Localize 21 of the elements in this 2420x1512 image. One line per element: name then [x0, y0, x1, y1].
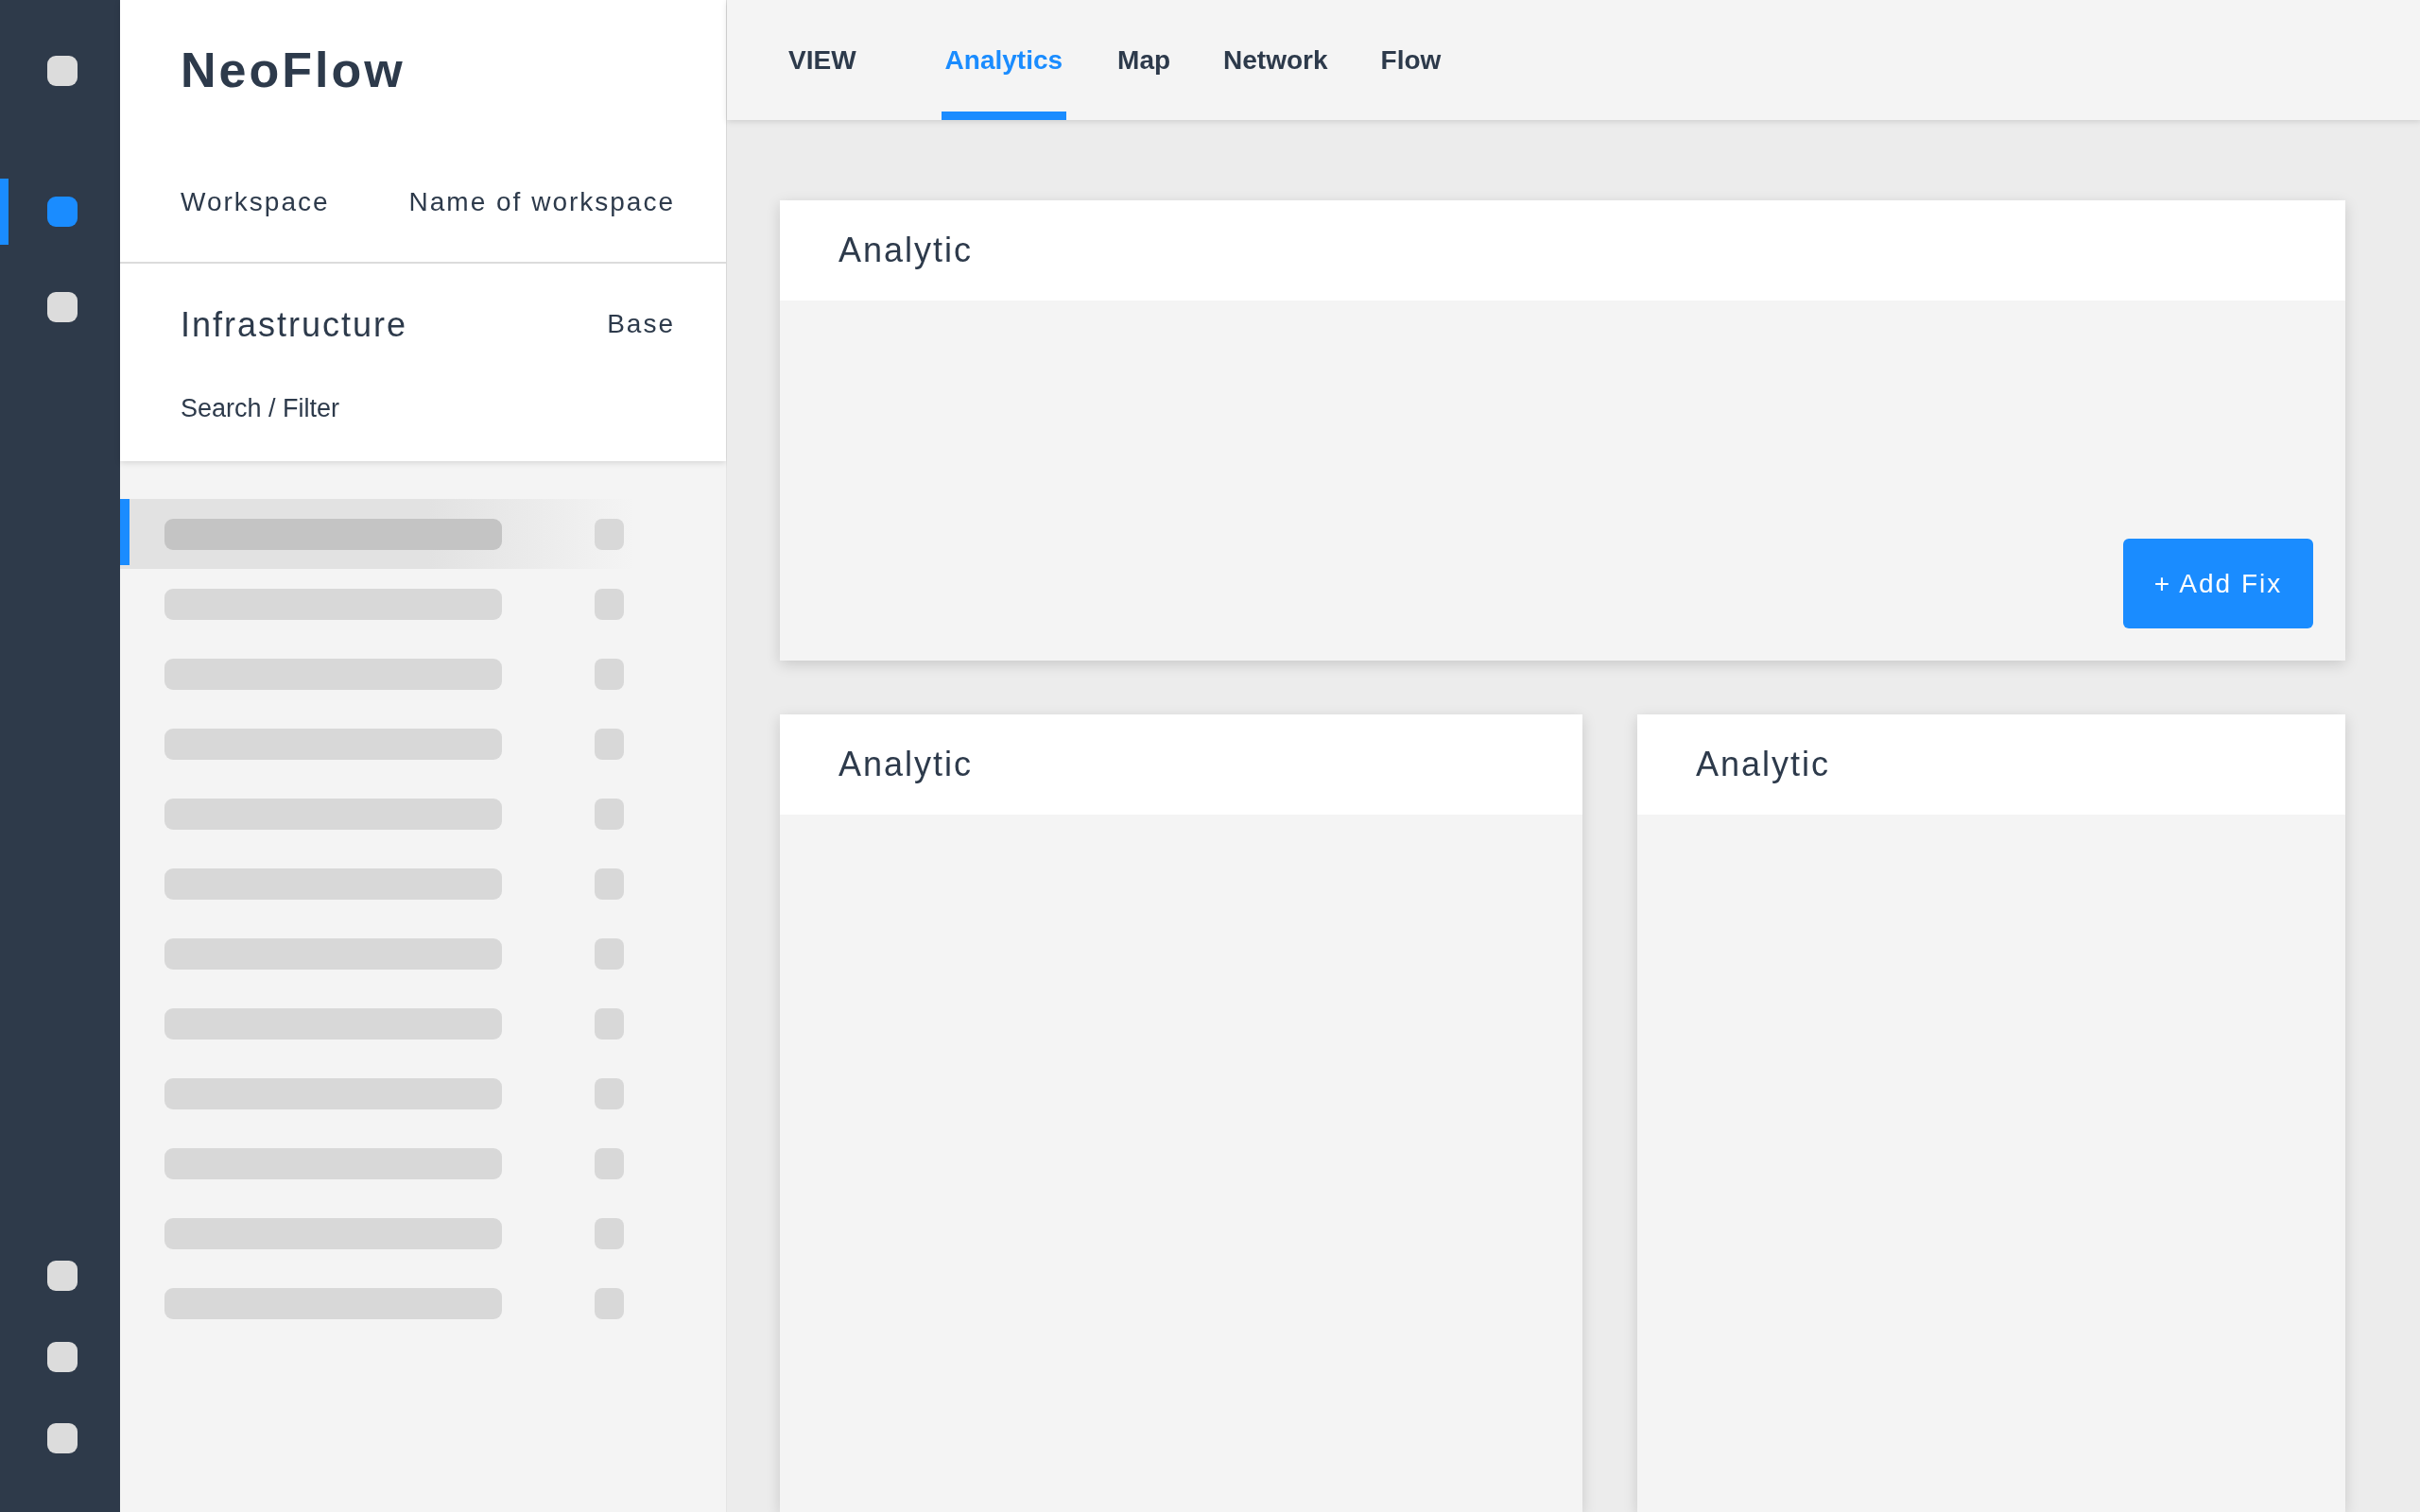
- brand-name: NeoFlow: [181, 43, 406, 97]
- active-indicator: [0, 179, 9, 245]
- tab[interactable]: Map: [1115, 0, 1173, 120]
- nav-icon[interactable]: [47, 292, 78, 322]
- tab[interactable]: Flow: [1378, 0, 1443, 120]
- nav-icon[interactable]: [47, 1342, 78, 1372]
- card-title: Analytic: [780, 200, 2345, 301]
- nav-icon[interactable]: [47, 197, 78, 227]
- tab[interactable]: Network: [1221, 0, 1330, 120]
- section-label: Base: [607, 308, 675, 339]
- view-label: VIEW: [788, 44, 856, 76]
- active-indicator: [120, 499, 130, 565]
- workspace-name: Name of workspace: [408, 187, 675, 218]
- nav-icon[interactable]: [47, 1423, 78, 1453]
- nav-icon[interactable]: [47, 1261, 78, 1291]
- section-title: Infrastructure: [181, 305, 408, 345]
- card-title: Analytic: [1637, 714, 2345, 815]
- card-title: Analytic: [780, 714, 1582, 815]
- nav-icon[interactable]: [47, 56, 78, 86]
- search-filter-link[interactable]: Search / Filter: [181, 394, 340, 422]
- workspace-label: Workspace: [181, 187, 330, 218]
